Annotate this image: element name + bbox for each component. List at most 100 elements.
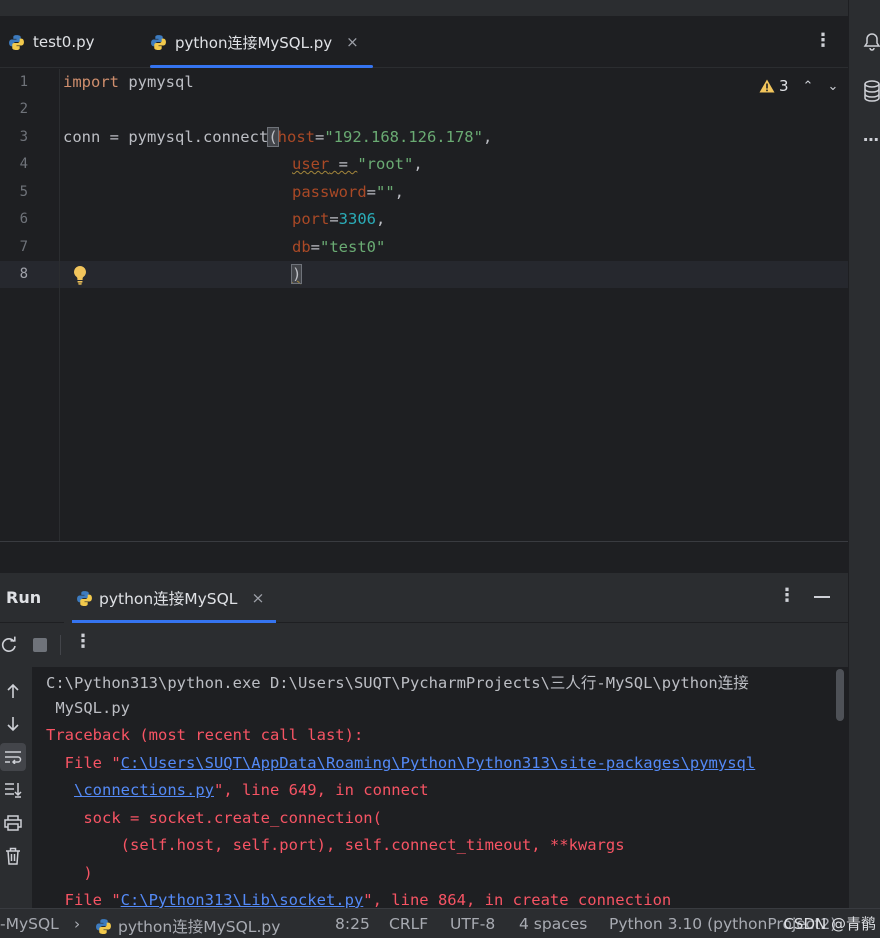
keyword-import: import [63, 73, 119, 91]
stop-icon[interactable] [33, 638, 47, 652]
tab-label: python连接MySQL.py [175, 33, 333, 52]
code-line-3: conn = pymysql.connect(host="192.168.126… [63, 127, 492, 147]
warning-icon [759, 79, 775, 93]
inspection-widget[interactable]: 3 ⌃ ⌄ [759, 77, 838, 95]
tab-options-menu-icon[interactable]: ⋮ [814, 30, 832, 51]
console-command-line: C:\Python313\python.exe D:\Users\SUQT\Py… [46, 674, 749, 692]
arrow-up-icon [7, 683, 19, 698]
code-line-1: import pymysql [63, 73, 194, 91]
toolbar-more-icon[interactable]: ⋮ [74, 631, 92, 652]
string-password: "" [376, 183, 395, 201]
breadcrumb-file[interactable]: python连接MySQL.py [95, 915, 280, 937]
code-editor[interactable]: 1 2 3 4 5 6 7 8 import pymysql conn = py… [0, 69, 848, 541]
breadcrumb-separator: › [74, 915, 81, 933]
scroll-up-button[interactable] [0, 677, 26, 705]
indent-setting[interactable]: 4 spaces [519, 915, 587, 933]
console-scrollbar[interactable] [836, 669, 844, 721]
close-run-tab-icon[interactable]: × [251, 589, 264, 607]
lightbulb-icon[interactable] [72, 265, 88, 285]
minimize-icon[interactable] [814, 596, 830, 598]
line-number: 6 [19, 211, 28, 227]
traceback-code: (self.host, self.port), self.connect_tim… [46, 836, 625, 854]
scroll-to-end-icon [5, 783, 22, 798]
previous-highlight-icon[interactable]: ⌃ [803, 79, 814, 94]
file-encoding[interactable]: UTF-8 [450, 915, 495, 933]
equals: = [329, 210, 339, 228]
equals: = [314, 128, 325, 146]
connect-call: conn = pymysql.connect [63, 128, 269, 146]
line-number: 7 [19, 239, 28, 255]
file-path-link[interactable]: C:\Python313\Lib\socket.py [121, 891, 364, 908]
tab-python-mysql[interactable]: python连接MySQL.py × [150, 16, 373, 68]
run-tab-label: python连接MySQL [99, 590, 238, 608]
matched-bracket: ) [290, 264, 303, 284]
watermark: CSDN @青鹡 [783, 915, 876, 933]
line-number-gutter: 1 2 3 4 5 6 7 8 [0, 69, 60, 541]
line-number: 3 [19, 129, 28, 145]
code-line-8: ) [290, 264, 303, 284]
right-tool-strip: ⋯ [848, 0, 880, 908]
soft-wrap-icon [5, 751, 22, 764]
current-line-highlight [0, 261, 848, 288]
line-number: 1 [19, 74, 28, 90]
traceback-file-line: File "C:\Python313\Lib\socket.py", line … [46, 891, 672, 908]
traceback-code: ) [46, 864, 93, 882]
run-options-menu-icon[interactable]: ⋮ [778, 585, 796, 606]
traceback-text: ", line 864, in create_connection [363, 891, 672, 908]
string-db: "test0" [320, 238, 386, 256]
code-line-4: user = "root", [292, 155, 423, 173]
param-host: host [277, 128, 315, 146]
matched-bracket: ( [267, 127, 279, 147]
next-highlight-icon[interactable]: ⌄ [827, 79, 838, 94]
scroll-down-button[interactable] [0, 710, 26, 738]
caret-position[interactable]: 8:25 [335, 915, 370, 933]
traceback-code: sock = socket.create_connection( [46, 809, 382, 827]
traceback-text: File " [46, 891, 121, 908]
string-user: "root" [357, 155, 414, 173]
python-file-icon [9, 34, 24, 50]
traceback-file-line: File "C:\Users\SUQT\AppData\Roaming\Pyth… [46, 754, 756, 772]
traceback-file-line-cont: \connections.py", line 649, in connect [46, 781, 429, 799]
equals: = [310, 238, 321, 256]
print-button[interactable] [0, 809, 26, 837]
run-config-tab[interactable]: python连接MySQL × [64, 573, 277, 623]
notifications-icon[interactable] [863, 32, 880, 52]
clear-all-button[interactable] [0, 842, 26, 870]
breadcrumb-project[interactable]: -MySQL [0, 915, 59, 933]
close-tab-icon[interactable]: × [346, 33, 359, 51]
more-tools-icon[interactable]: ⋯ [863, 130, 879, 149]
console-command-line-cont: MySQL.py [46, 699, 130, 717]
arrow-down-icon [7, 717, 19, 732]
equals: = [329, 155, 358, 173]
comma: , [376, 210, 386, 228]
scroll-to-end-toggle[interactable] [0, 776, 26, 804]
rerun-icon[interactable] [0, 636, 18, 654]
code-line-7: db="test0" [292, 238, 385, 256]
run-side-toolbar [0, 667, 32, 908]
python-file-icon [96, 918, 111, 934]
breadcrumb-file-label: python连接MySQL.py [118, 918, 281, 936]
tab-test0[interactable]: test0.py [8, 16, 95, 68]
traceback-text: File " [46, 754, 121, 772]
database-icon[interactable] [863, 80, 880, 102]
run-console-output[interactable]: C:\Python313\python.exe D:\Users\SUQT\Py… [32, 667, 848, 908]
param-db: db [292, 238, 311, 256]
line-separator[interactable]: CRLF [389, 915, 428, 933]
code-line-5: password="", [292, 183, 404, 201]
toolbar-separator [60, 635, 61, 655]
warning-count: 3 [779, 77, 789, 95]
tab-label: test0.py [33, 33, 95, 51]
main-area: test0.py python连接MySQL.py × ⋮ 1 2 3 4 5 … [0, 0, 848, 908]
number-port: 3306 [338, 210, 376, 228]
soft-wrap-toggle[interactable] [0, 743, 26, 771]
line-number: 4 [19, 156, 28, 172]
comma: , [413, 155, 423, 173]
file-path-link[interactable]: C:\Users\SUQT\AppData\Roaming\Python\Pyt… [121, 754, 756, 772]
panel-divider[interactable] [0, 541, 848, 573]
traceback-header: Traceback (most recent call last): [46, 726, 364, 744]
python-file-icon [151, 34, 166, 50]
line-number: 5 [19, 184, 28, 200]
param-port: port [292, 210, 330, 228]
file-path-link[interactable]: \connections.py [74, 781, 214, 799]
string-host: "192.168.126.178" [324, 128, 483, 146]
